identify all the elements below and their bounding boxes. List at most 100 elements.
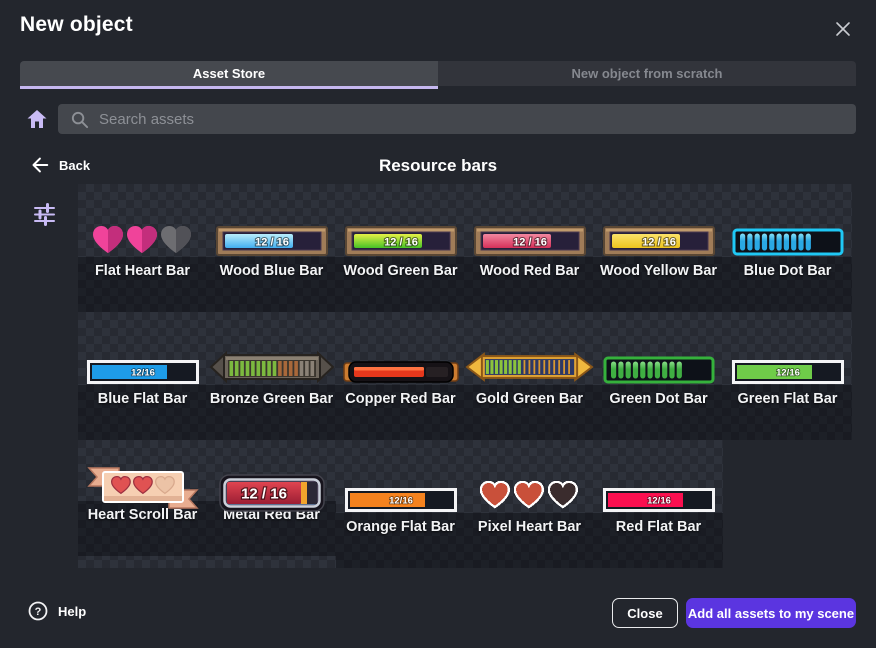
tab-bar: Asset Store New object from scratch bbox=[20, 61, 856, 86]
asset-tile-pixel-heart-bar[interactable]: Pixel Heart Bar bbox=[465, 440, 594, 568]
asset-tile-wood-green-bar[interactable]: 12 / 16 Wood Green Bar bbox=[336, 184, 465, 312]
asset-tile-green-flat-bar[interactable]: 12/16 Green Flat Bar bbox=[723, 312, 852, 440]
asset-tile-orange-flat-bar[interactable]: 12/16 Orange Flat Bar bbox=[336, 440, 465, 568]
asset-label-band: Wood Red Bar bbox=[465, 257, 594, 312]
asset-label-band: Pixel Heart Bar bbox=[465, 513, 594, 568]
tab-new-object-from-scratch[interactable]: New object from scratch bbox=[438, 61, 856, 86]
asset-name: Wood Red Bar bbox=[465, 263, 594, 279]
add-all-assets-button[interactable]: Add all assets to my scene bbox=[686, 598, 856, 628]
flat-thumbnail: 12/16 bbox=[336, 440, 465, 513]
close-x-glyph bbox=[835, 21, 851, 37]
asset-name: Pixel Heart Bar bbox=[465, 519, 594, 535]
asset-name: Wood Green Bar bbox=[336, 263, 465, 279]
asset-label-band: Blue Dot Bar bbox=[723, 257, 852, 312]
asset-tile-heart-scroll-bar[interactable]: Heart Scroll Bar bbox=[78, 440, 207, 568]
svg-text:12 / 16: 12 / 16 bbox=[241, 486, 287, 503]
back-row: Back Resource bars bbox=[0, 152, 876, 182]
metal-thumbnail: 12 / 16 bbox=[207, 440, 336, 513]
asset-grid: Flat Heart Bar 12 / 16 Wood Blue Bar 12 /… bbox=[78, 184, 852, 568]
asset-tile-red-flat-bar[interactable]: 12/16 Red Flat Bar bbox=[594, 440, 723, 568]
wood-thumbnail: 12 / 16 bbox=[465, 184, 594, 257]
asset-row: 12/16 Blue Flat Bar Bronze Green Bar Copp… bbox=[78, 312, 852, 440]
asset-label-band: Gold Green Bar bbox=[465, 385, 594, 440]
filter-sliders-icon bbox=[33, 203, 56, 226]
asset-name: Blue Dot Bar bbox=[723, 263, 852, 279]
wood-thumbnail: 12 / 16 bbox=[594, 184, 723, 257]
section-title: Resource bars bbox=[0, 156, 876, 176]
asset-label-band: Green Dot Bar bbox=[594, 385, 723, 440]
svg-text:12 / 16: 12 / 16 bbox=[384, 237, 418, 249]
close-icon[interactable] bbox=[832, 18, 854, 40]
asset-name: Copper Red Bar bbox=[336, 391, 465, 407]
help-button[interactable]: ? Help bbox=[28, 601, 86, 621]
tab-asset-store[interactable]: Asset Store bbox=[20, 61, 438, 86]
help-label: Help bbox=[58, 604, 86, 619]
wood-thumbnail: 12 / 16 bbox=[336, 184, 465, 257]
asset-tile-wood-yellow-bar[interactable]: 12 / 16 Wood Yellow Bar bbox=[594, 184, 723, 312]
asset-name: Wood Blue Bar bbox=[207, 263, 336, 279]
asset-name: Red Flat Bar bbox=[594, 519, 723, 535]
svg-text:12/16: 12/16 bbox=[131, 368, 155, 379]
svg-text:12 / 16: 12 / 16 bbox=[255, 237, 289, 249]
filter-button[interactable] bbox=[33, 203, 57, 227]
asset-tile-metal-red-bar[interactable]: 12 / 16Metal Red Bar bbox=[207, 440, 336, 568]
dots-thumbnail bbox=[723, 184, 852, 257]
asset-label-band: Flat Heart Bar bbox=[78, 257, 207, 312]
flat-thumbnail: 12/16 bbox=[78, 312, 207, 385]
asset-label-band: Wood Blue Bar bbox=[207, 257, 336, 312]
home-icon bbox=[25, 107, 49, 131]
asset-row: Heart Scroll Bar 12 / 16Metal Red Bar 12… bbox=[78, 440, 852, 568]
help-icon: ? bbox=[28, 601, 48, 621]
search-box[interactable] bbox=[58, 104, 856, 134]
search-input[interactable] bbox=[99, 111, 799, 128]
pixelhearts-thumbnail bbox=[465, 440, 594, 513]
svg-text:12/16: 12/16 bbox=[647, 496, 671, 507]
flat-thumbnail: 12/16 bbox=[594, 440, 723, 513]
svg-text:?: ? bbox=[35, 606, 42, 618]
asset-label-band: Green Flat Bar bbox=[723, 385, 852, 440]
asset-tile-bronze-green-bar[interactable]: Bronze Green Bar bbox=[207, 312, 336, 440]
asset-tile-wood-blue-bar[interactable]: 12 / 16 Wood Blue Bar bbox=[207, 184, 336, 312]
svg-text:12 / 16: 12 / 16 bbox=[642, 237, 676, 249]
asset-label-band: Wood Yellow Bar bbox=[594, 257, 723, 312]
flat-thumbnail: 12/16 bbox=[723, 312, 852, 385]
svg-text:12/16: 12/16 bbox=[776, 368, 800, 379]
footer: ? Help Close Add all assets to my scene bbox=[0, 590, 876, 636]
asset-label-band: Copper Red Bar bbox=[336, 385, 465, 440]
asset-label-band: Blue Flat Bar bbox=[78, 385, 207, 440]
asset-label-band: Bronze Green Bar bbox=[207, 385, 336, 440]
copper-thumbnail bbox=[336, 312, 465, 385]
asset-tile-flat-heart-bar[interactable]: Flat Heart Bar bbox=[78, 184, 207, 312]
svg-text:12/16: 12/16 bbox=[389, 496, 413, 507]
gold-thumbnail bbox=[465, 312, 594, 385]
asset-tile-blue-flat-bar[interactable]: 12/16 Blue Flat Bar bbox=[78, 312, 207, 440]
home-button[interactable] bbox=[25, 107, 49, 131]
asset-name: Blue Flat Bar bbox=[78, 391, 207, 407]
search-icon bbox=[70, 110, 89, 129]
asset-label-band: Orange Flat Bar bbox=[336, 513, 465, 568]
asset-name: Flat Heart Bar bbox=[78, 263, 207, 279]
scroll-thumbnail bbox=[78, 440, 207, 513]
hearts-thumbnail bbox=[78, 184, 207, 257]
search-row bbox=[0, 104, 876, 134]
svg-text:12 / 16: 12 / 16 bbox=[513, 237, 547, 249]
asset-name: Wood Yellow Bar bbox=[594, 263, 723, 279]
asset-tile-gold-green-bar[interactable]: Gold Green Bar bbox=[465, 312, 594, 440]
wood-thumbnail: 12 / 16 bbox=[207, 184, 336, 257]
bronze-thumbnail bbox=[207, 312, 336, 385]
asset-tile-copper-red-bar[interactable]: Copper Red Bar bbox=[336, 312, 465, 440]
page-title: New object bbox=[20, 13, 133, 37]
asset-name: Green Dot Bar bbox=[594, 391, 723, 407]
asset-tile-green-dot-bar[interactable]: Green Dot Bar bbox=[594, 312, 723, 440]
asset-row: Flat Heart Bar 12 / 16 Wood Blue Bar 12 /… bbox=[78, 184, 852, 312]
asset-name: Gold Green Bar bbox=[465, 391, 594, 407]
active-tab-indicator bbox=[20, 86, 438, 89]
asset-name: Orange Flat Bar bbox=[336, 519, 465, 535]
asset-label-band: Red Flat Bar bbox=[594, 513, 723, 568]
asset-label-band: Wood Green Bar bbox=[336, 257, 465, 312]
asset-tile-wood-red-bar[interactable]: 12 / 16 Wood Red Bar bbox=[465, 184, 594, 312]
asset-name: Green Flat Bar bbox=[723, 391, 852, 407]
close-button[interactable]: Close bbox=[612, 598, 678, 628]
asset-tile-blue-dot-bar[interactable]: Blue Dot Bar bbox=[723, 184, 852, 312]
asset-name: Bronze Green Bar bbox=[207, 391, 336, 407]
